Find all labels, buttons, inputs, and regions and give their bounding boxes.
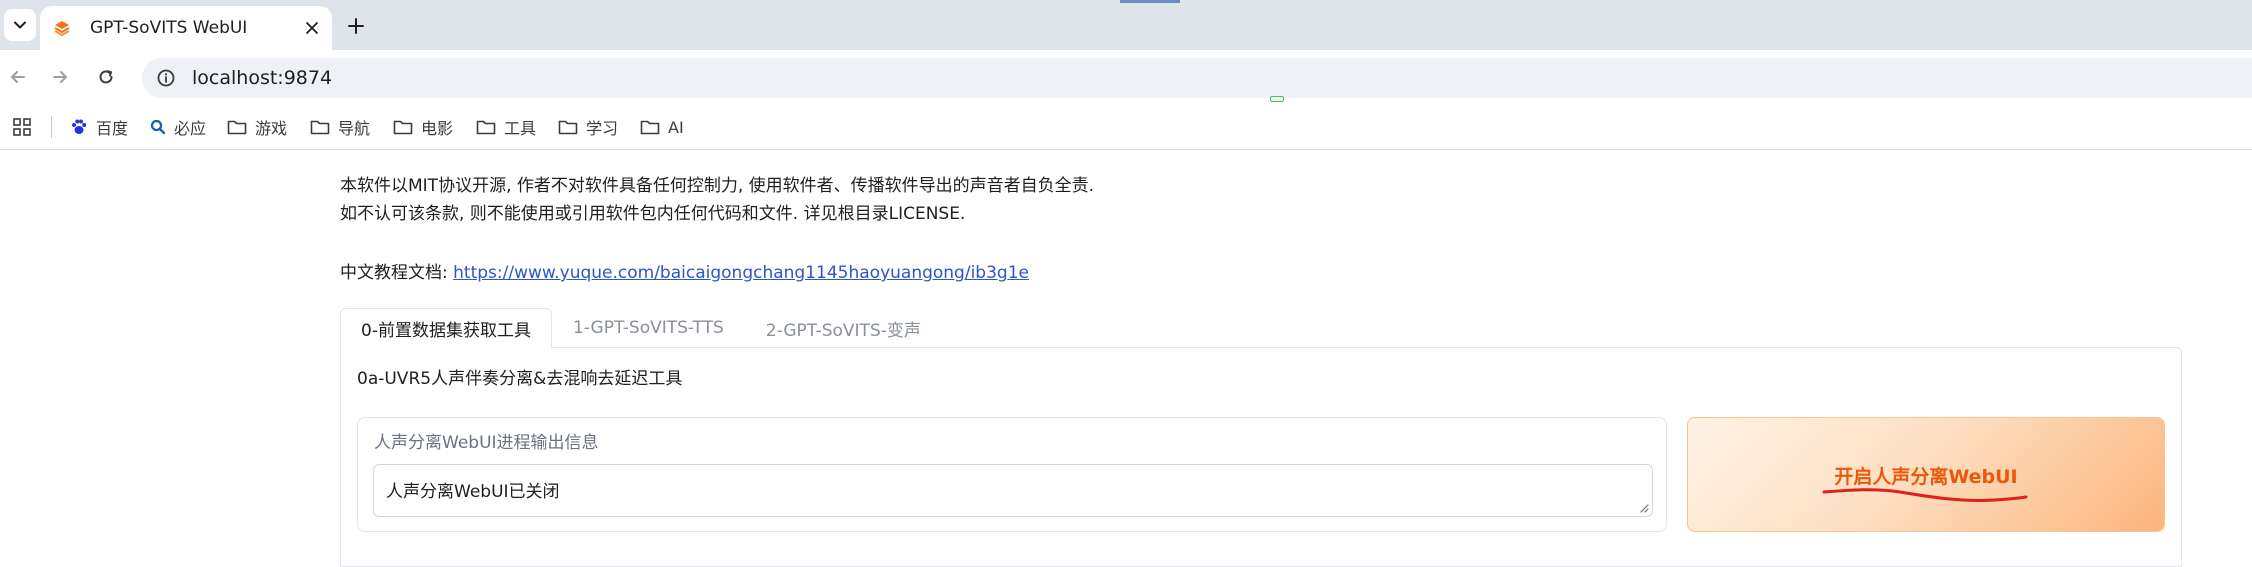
tab-voice-change[interactable]: 2-GPT-SoVITS-变声 (745, 308, 942, 348)
tab-title: GPT-SoVITS WebUI (90, 18, 248, 38)
reload-button[interactable] (90, 61, 122, 93)
close-icon (306, 22, 318, 34)
browser-tab[interactable]: GPT-SoVITS WebUI (40, 6, 332, 50)
apps-grid-icon (13, 118, 31, 136)
forward-button[interactable] (44, 61, 76, 93)
tab-dataset-tools[interactable]: 0-前置数据集获取工具 (340, 308, 552, 348)
doc-line: 中文教程文档: https://www.yuque.com/baicaigong… (340, 258, 1029, 283)
new-tab-button[interactable] (340, 12, 372, 40)
bookmark-label: 工具 (504, 119, 537, 138)
bookmark-folder-nav[interactable]: 导航 (310, 114, 370, 140)
open-uvr5-webui-label: 开启人声分离WebUI (1834, 466, 2018, 488)
bookmark-label: 电影 (421, 119, 454, 138)
plus-icon (348, 18, 364, 34)
browser-tab-strip: GPT-SoVITS WebUI (0, 0, 2252, 50)
folder-icon (640, 120, 660, 135)
webui-page: 本软件以MIT协议开源, 作者不对软件具备任何控制力, 使用软件者、传播软件导出… (0, 150, 2252, 567)
output-value: 人声分离WebUI已关闭 (386, 482, 560, 502)
output-label: 人声分离WebUI进程输出信息 (374, 433, 599, 453)
close-tab-button[interactable] (300, 16, 324, 40)
bookmark-label: 学习 (586, 119, 619, 138)
tab-search-button[interactable] (4, 9, 36, 41)
bookmark-label: AI (668, 117, 684, 137)
doc-label: 中文教程文档: (340, 263, 454, 283)
tab-panel: 0a-UVR5人声伴奏分离&去混响去延迟工具 人声分离WebUI进程输出信息 人… (340, 347, 2182, 567)
bookmark-label: 百度 (96, 119, 129, 138)
bookmark-folder-games[interactable]: 游戏 (227, 114, 287, 140)
folder-icon (558, 120, 578, 135)
bookmark-label: 导航 (338, 119, 371, 138)
folder-icon (476, 120, 496, 135)
bookmark-baidu[interactable]: 百度 (70, 114, 128, 140)
license-notice: 本软件以MIT协议开源, 作者不对软件具备任何控制力, 使用软件者、传播软件导出… (340, 172, 1094, 228)
bookmarks-bar: 百度 必应 游戏 导航 电影 工具 学习 AI (0, 104, 2252, 150)
back-button[interactable] (2, 61, 34, 93)
folder-icon (310, 120, 330, 135)
main-tabs: 0-前置数据集获取工具 1-GPT-SoVITS-TTS 2-GPT-SoVIT… (340, 308, 942, 348)
bookmark-bing[interactable]: 必应 (150, 114, 206, 140)
uvr5-output-textarea[interactable]: 人声分离WebUI已关闭 (373, 464, 1653, 517)
bing-search-icon (150, 119, 166, 135)
tab-tts[interactable]: 1-GPT-SoVITS-TTS (552, 308, 745, 348)
bookmark-label: 游戏 (255, 119, 288, 138)
url-text[interactable]: localhost:9874 (192, 67, 332, 89)
tab-strip-accent (1120, 0, 1180, 3)
forward-arrow-icon (53, 71, 67, 83)
site-info-icon[interactable] (156, 68, 176, 88)
doc-link[interactable]: https://www.yuque.com/baicaigongchang114… (453, 263, 1029, 283)
uvr5-output-block: 人声分离WebUI进程输出信息 人声分离WebUI已关闭 (357, 417, 1667, 532)
apps-button[interactable] (10, 115, 34, 139)
bookmark-folder-ai[interactable]: AI (640, 114, 684, 140)
baidu-paw-icon (72, 119, 87, 134)
license-notice-line: 本软件以MIT协议开源, 作者不对软件具备任何控制力, 使用软件者、传播软件导出… (340, 176, 1095, 196)
address-bar[interactable]: localhost:9874 (142, 58, 2252, 98)
chevron-down-icon (14, 21, 26, 29)
folder-icon (393, 120, 413, 135)
extension-marker (1270, 96, 1284, 102)
section-title: 0a-UVR5人声伴奏分离&去混响去延迟工具 (357, 369, 683, 389)
bookmark-folder-tools[interactable]: 工具 (476, 114, 536, 140)
bookmark-label: 必应 (174, 119, 207, 138)
license-notice-line: 如不认可该条款, 则不能使用或引用软件包内任何代码和文件. 详见根目录LICEN… (340, 204, 966, 224)
resize-grip-icon[interactable] (1639, 503, 1649, 513)
gradio-logo-icon (52, 18, 72, 38)
back-arrow-icon (11, 71, 25, 83)
browser-toolbar: localhost:9874 (0, 50, 2252, 104)
folder-icon (227, 120, 247, 135)
open-uvr5-webui-button[interactable]: 开启人声分离WebUI (1687, 417, 2165, 532)
reload-icon (99, 70, 113, 84)
bookmarks-separator (51, 116, 52, 138)
bookmark-folder-movies[interactable]: 电影 (393, 114, 453, 140)
bookmark-folder-study[interactable]: 学习 (558, 114, 618, 140)
